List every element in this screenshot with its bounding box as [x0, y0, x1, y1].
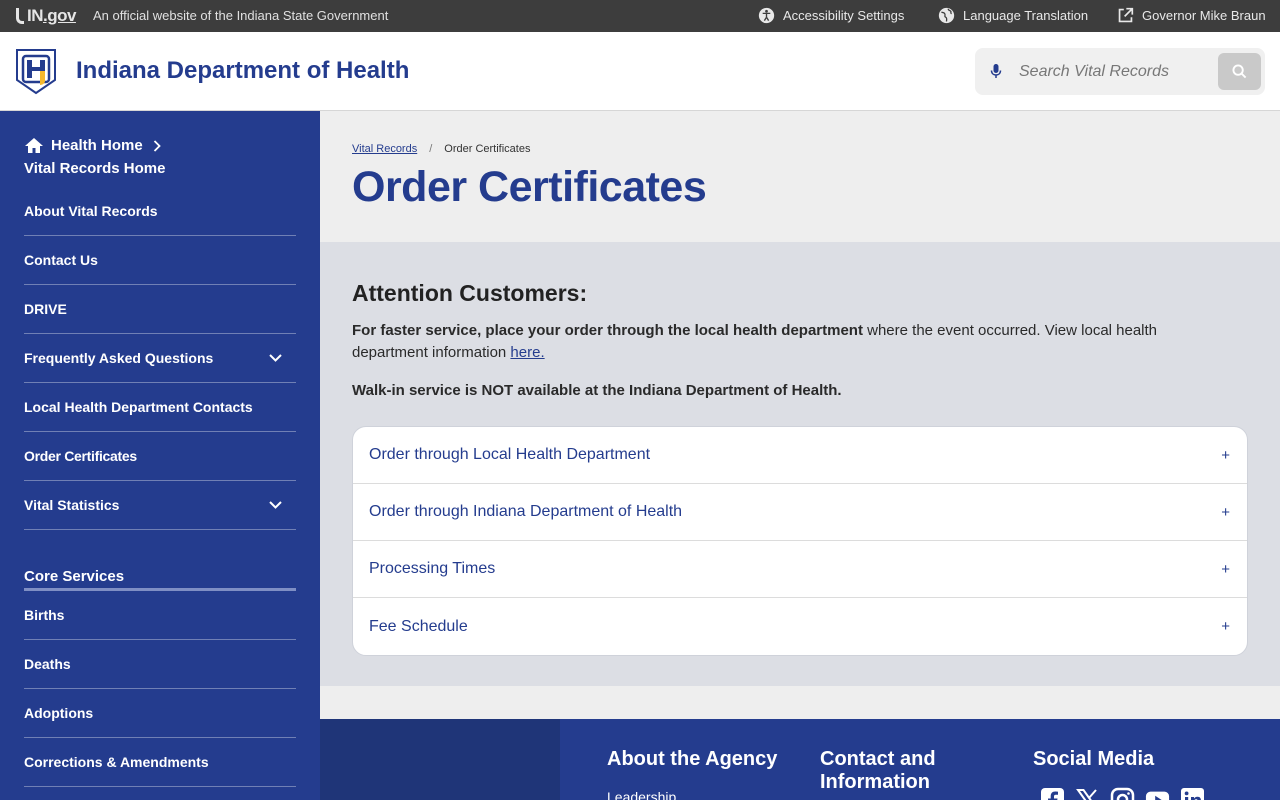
in-gov-suffix: .gov [43, 6, 76, 25]
sidebar-item-label: Deaths [24, 656, 71, 672]
sidebar-menu: About Vital Records Contact Us DRIVE Fre… [24, 187, 296, 530]
search-icon [1232, 64, 1247, 79]
state-utility-bar: IN .gov An official website of the Indian… [0, 0, 1280, 32]
footer-logo-area [320, 719, 560, 800]
accordion-processing-times[interactable]: Processing Times + [353, 541, 1247, 598]
facebook-icon[interactable] [1040, 787, 1065, 800]
site-header: Indiana Department of Health [0, 32, 1280, 111]
sidebar-item-faq[interactable]: Frequently Asked Questions [24, 334, 296, 383]
expand-plus-icon: + [1221, 560, 1230, 578]
sidebar-item-label: About Vital Records [24, 203, 158, 219]
linkedin-icon[interactable] [1180, 787, 1205, 800]
globe-icon [938, 7, 955, 24]
sidebar-item-local-health-department-contacts[interactable]: Local Health Department Contacts [24, 383, 296, 432]
sidebar-nav: Health Home Vital Records Home About Vit… [0, 111, 320, 800]
governor-link[interactable]: Governor Mike Braun [1117, 7, 1266, 24]
sidebar-item-deaths[interactable]: Deaths [24, 640, 296, 689]
local-health-department-info-link[interactable]: here. [510, 344, 544, 361]
sidebar-item-label: Vital Statistics [24, 497, 120, 513]
expand-plus-icon: + [1221, 618, 1230, 635]
accordion-label: Fee Schedule [369, 617, 468, 635]
order-accordion: Order through Local Health Department + … [352, 426, 1248, 656]
home-icon [25, 138, 43, 153]
expand-plus-icon: + [1221, 446, 1230, 464]
governor-label: Governor Mike Braun [1142, 8, 1266, 23]
breadcrumb-separator: / [429, 143, 433, 155]
accordion-fee-schedule[interactable]: Fee Schedule + [353, 598, 1247, 655]
accordion-order-indiana-department-of-health[interactable]: Order through Indiana Department of Heal… [353, 484, 1247, 541]
idoh-logo[interactable] [15, 47, 57, 95]
accordion-label: Order through Local Health Department [369, 446, 651, 463]
chevron-down-icon[interactable] [269, 354, 282, 362]
site-footer: About the Agency Contact and Information… [320, 719, 1280, 800]
faster-service-notice: For faster service, place your order thr… [352, 320, 1232, 364]
footer-social-heading: Social Media [1033, 748, 1155, 770]
content-spacer [320, 686, 1280, 719]
sidebar-item-drive[interactable]: DRIVE [24, 285, 296, 334]
indiana-mark-icon [16, 8, 24, 24]
social-links [1040, 787, 1205, 800]
search-bar [975, 48, 1265, 95]
core-services-menu: Core Services Births Deaths Adoptions Co… [24, 556, 296, 787]
accordion-label: Order through Indiana Department of Heal… [369, 503, 683, 520]
sidebar-item-label: Frequently Asked Questions [24, 350, 214, 366]
vital-records-home-link[interactable]: Vital Records Home [24, 160, 165, 177]
page-title: Order Certificates [352, 163, 707, 211]
chevron-right-icon [153, 139, 161, 152]
page-heading-area: Vital Records / Order Certificates Order… [320, 111, 1280, 242]
sidebar-item-births[interactable]: Births [24, 591, 296, 640]
language-translation-link[interactable]: Language Translation [938, 7, 1088, 24]
sidebar-item-label: Adoptions [24, 705, 94, 721]
footer-leadership-link[interactable]: Leadership [607, 789, 676, 800]
accordion-order-local-health-department[interactable]: Order through Local Health Department + [353, 427, 1247, 484]
attention-heading: Attention Customers: [352, 280, 588, 306]
accessibility-icon [758, 7, 775, 24]
footer-about-heading: About the Agency [607, 748, 778, 770]
faster-service-bold: For faster service, place your order thr… [352, 322, 863, 339]
in-gov-logo[interactable]: IN .gov [16, 6, 76, 26]
search-input[interactable] [1011, 48, 1211, 95]
sidebar-item-label: Order Certificates [24, 448, 137, 464]
language-translation-label: Language Translation [963, 8, 1089, 23]
sidebar-item-label: Local Health Department Contacts [24, 399, 253, 415]
breadcrumb-current: Order Certificates [444, 143, 531, 155]
x-icon[interactable] [1075, 787, 1100, 800]
sidebar-item-label: Births [24, 607, 65, 623]
accessibility-settings-label: Accessibility Settings [783, 8, 905, 23]
breadcrumb: Vital Records / Order Certificates [352, 143, 530, 155]
in-gov-brand: IN [27, 6, 44, 25]
main-content: Attention Customers: For faster service,… [320, 242, 1280, 686]
core-services-heading: Core Services [24, 556, 296, 591]
breadcrumb-vital-records-link[interactable]: Vital Records [352, 143, 417, 155]
sidebar-item-label: Contact Us [24, 252, 98, 268]
external-link-icon [1118, 7, 1134, 23]
site-title[interactable]: Indiana Department of Health [76, 57, 409, 85]
sidebar-item-label: DRIVE [24, 301, 67, 317]
sidebar-item-vital-statistics[interactable]: Vital Statistics [24, 481, 296, 530]
sidebar-item-contact-us[interactable]: Contact Us [24, 236, 296, 285]
instagram-icon[interactable] [1110, 787, 1135, 800]
accessibility-settings-link[interactable]: Accessibility Settings [758, 7, 904, 24]
microphone-icon[interactable] [990, 63, 1002, 84]
sidebar-item-label: Corrections & Amendments [24, 754, 209, 770]
chevron-down-icon[interactable] [269, 501, 282, 509]
health-home-link[interactable]: Health Home [24, 137, 168, 154]
idoh-shield-icon [16, 49, 56, 95]
walk-in-notice: Walk-in service is NOT available at the … [352, 382, 842, 399]
sidebar-item-adoptions[interactable]: Adoptions [24, 689, 296, 738]
sidebar-item-corrections-amendments[interactable]: Corrections & Amendments [24, 738, 296, 787]
footer-contact-heading: Contact and Information [820, 748, 936, 793]
sidebar-item-order-certificates[interactable]: Order Certificates [24, 432, 296, 481]
sidebar-item-about-vital-records[interactable]: About Vital Records [24, 187, 296, 236]
search-button[interactable] [1218, 53, 1261, 90]
official-site-notice: An official website of the Indiana State… [93, 8, 389, 23]
youtube-icon[interactable] [1145, 787, 1170, 800]
accordion-label: Processing Times [369, 560, 496, 577]
expand-plus-icon: + [1221, 503, 1230, 521]
health-home-label: Health Home [51, 137, 143, 154]
